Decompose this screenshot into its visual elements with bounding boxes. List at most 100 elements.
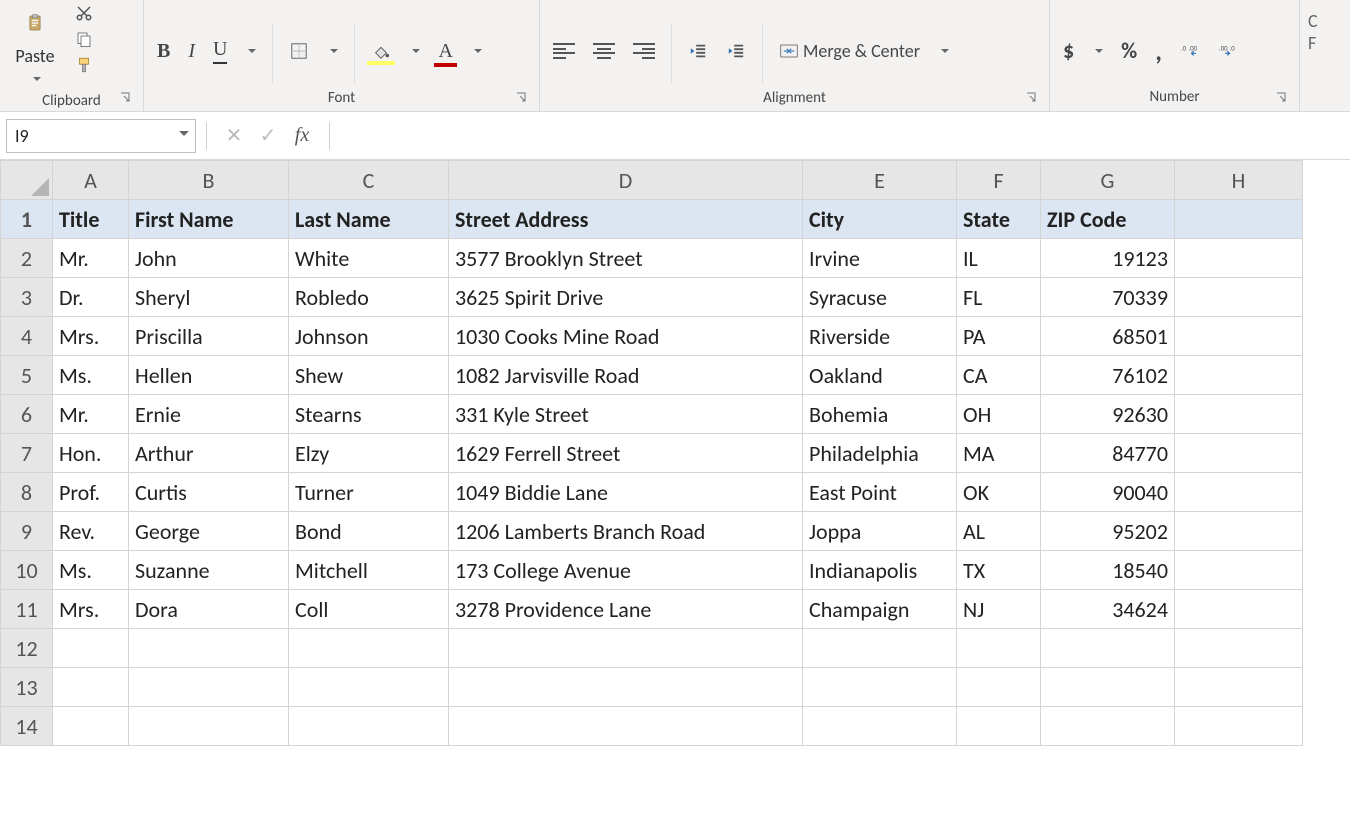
cell-E9[interactable]: Joppa [803,512,957,551]
cell-A11[interactable]: Mrs. [53,590,129,629]
cell-D13[interactable] [449,668,803,707]
spreadsheet-grid[interactable]: ABCDEFGH 1TitleFirst NameLast NameStreet… [0,160,1350,814]
increase-indent-button[interactable] [721,38,751,64]
cell-E1[interactable]: City [803,200,957,239]
cell-F9[interactable]: AL [957,512,1041,551]
name-box-dropdown-icon[interactable] [179,131,189,141]
cell-B9[interactable]: George [129,512,289,551]
cell-F14[interactable] [957,707,1041,746]
cell-G13[interactable] [1041,668,1175,707]
cell-H7[interactable] [1175,434,1303,473]
cell-E5[interactable]: Oakland [803,356,957,395]
cell-D3[interactable]: 3625 Spirit Drive [449,278,803,317]
clipboard-dialog-launcher[interactable] [117,89,133,105]
cell-G1[interactable]: ZIP Code [1041,200,1175,239]
increase-decimal-button[interactable]: .0.00 [1175,38,1205,64]
cell-H14[interactable] [1175,707,1303,746]
format-painter-button[interactable] [72,54,96,76]
row-header-12[interactable]: 12 [1,629,53,668]
cell-B4[interactable]: Priscilla [129,317,289,356]
cell-E13[interactable] [803,668,957,707]
cell-C13[interactable] [289,668,449,707]
row-header-11[interactable]: 11 [1,590,53,629]
cell-G2[interactable]: 19123 [1041,239,1175,278]
cell-B7[interactable]: Arthur [129,434,289,473]
cell-H2[interactable] [1175,239,1303,278]
cell-A9[interactable]: Rev. [53,512,129,551]
cell-F5[interactable]: CA [957,356,1041,395]
font-color-button[interactable]: A [433,37,457,66]
column-header-F[interactable]: F [957,161,1041,200]
cell-C5[interactable]: Shew [289,356,449,395]
number-dialog-launcher[interactable] [1273,89,1289,105]
row-header-5[interactable]: 5 [1,356,53,395]
cell-H5[interactable] [1175,356,1303,395]
cell-B6[interactable]: Ernie [129,395,289,434]
cell-G4[interactable]: 68501 [1041,317,1175,356]
column-header-D[interactable]: D [449,161,803,200]
cell-C7[interactable]: Elzy [289,434,449,473]
cell-H10[interactable] [1175,551,1303,590]
column-header-B[interactable]: B [129,161,289,200]
cell-B11[interactable]: Dora [129,590,289,629]
cell-E11[interactable]: Champaign [803,590,957,629]
cell-G10[interactable]: 18540 [1041,551,1175,590]
cell-H13[interactable] [1175,668,1303,707]
cell-C11[interactable]: Coll [289,590,449,629]
copy-button[interactable] [72,28,96,50]
cell-B13[interactable] [129,668,289,707]
row-header-9[interactable]: 9 [1,512,53,551]
cell-D7[interactable]: 1629 Ferrell Street [449,434,803,473]
cell-F2[interactable]: IL [957,239,1041,278]
column-header-G[interactable]: G [1041,161,1175,200]
cell-F8[interactable]: OK [957,473,1041,512]
cell-F11[interactable]: NJ [957,590,1041,629]
cell-A5[interactable]: Ms. [53,356,129,395]
cell-G3[interactable]: 70339 [1041,278,1175,317]
comma-button[interactable]: , [1150,32,1167,70]
cell-F1[interactable]: State [957,200,1041,239]
cell-B8[interactable]: Curtis [129,473,289,512]
column-header-E[interactable]: E [803,161,957,200]
row-header-10[interactable]: 10 [1,551,53,590]
cell-C14[interactable] [289,707,449,746]
cell-G6[interactable]: 92630 [1041,395,1175,434]
decrease-decimal-button[interactable]: .00.0 [1213,38,1243,64]
row-header-3[interactable]: 3 [1,278,53,317]
align-right-button[interactable] [628,40,660,62]
paste-dropdown-icon[interactable] [30,69,41,88]
cell-D11[interactable]: 3278 Providence Lane [449,590,803,629]
name-box[interactable]: I9 [6,119,196,153]
cell-G8[interactable]: 90040 [1041,473,1175,512]
column-header-A[interactable]: A [53,161,129,200]
cell-B1[interactable]: First Name [129,200,289,239]
underline-button[interactable]: U [208,35,232,67]
cell-D1[interactable]: Street Address [449,200,803,239]
cell-H1[interactable] [1175,200,1303,239]
font-color-dropdown[interactable] [466,44,487,58]
cell-F13[interactable] [957,668,1041,707]
cell-H11[interactable] [1175,590,1303,629]
cell-D10[interactable]: 173 College Avenue [449,551,803,590]
cell-C9[interactable]: Bond [289,512,449,551]
formula-input[interactable] [340,119,1344,153]
cell-A1[interactable]: Title [53,200,129,239]
cell-H9[interactable] [1175,512,1303,551]
cell-D12[interactable] [449,629,803,668]
row-header-8[interactable]: 8 [1,473,53,512]
cell-C10[interactable]: Mitchell [289,551,449,590]
cell-H8[interactable] [1175,473,1303,512]
cell-D8[interactable]: 1049 Biddie Lane [449,473,803,512]
alignment-dialog-launcher[interactable] [1023,89,1039,105]
cell-G9[interactable]: 95202 [1041,512,1175,551]
cell-H4[interactable] [1175,317,1303,356]
cell-G14[interactable] [1041,707,1175,746]
cut-button[interactable] [72,2,96,24]
cell-B3[interactable]: Sheryl [129,278,289,317]
cell-E10[interactable]: Indianapolis [803,551,957,590]
cell-G12[interactable] [1041,629,1175,668]
cell-G7[interactable]: 84770 [1041,434,1175,473]
cell-E7[interactable]: Philadelphia [803,434,957,473]
cell-H6[interactable] [1175,395,1303,434]
cell-D4[interactable]: 1030 Cooks Mine Road [449,317,803,356]
